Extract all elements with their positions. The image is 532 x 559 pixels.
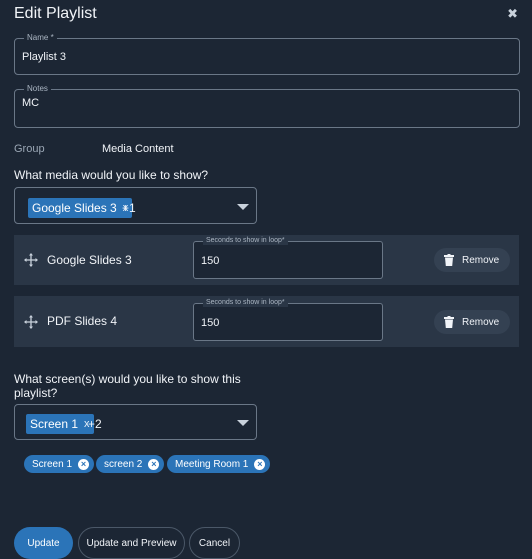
close-icon[interactable]: ✖ — [507, 6, 518, 22]
chevron-down-icon[interactable] — [237, 204, 249, 210]
media-select[interactable]: Google Slides 3 x +1 — [14, 187, 257, 224]
media-question: What media would you like to show? — [14, 168, 209, 182]
media-chip-label: Google Slides 3 — [32, 201, 117, 215]
remove-button-label: Remove — [462, 316, 500, 328]
screens-question: What screen(s) would you like to show th… — [14, 372, 241, 400]
media-item: Google Slides 3 Seconds to show in loop*… — [14, 235, 519, 285]
tag-remove-icon[interactable]: × — [78, 458, 90, 470]
media-select-more: +1 — [122, 201, 136, 215]
group-label: Group — [14, 143, 45, 155]
tag-remove-icon[interactable]: × — [254, 458, 266, 470]
group-value: Media Content — [102, 143, 174, 155]
screen-tag: screen 2 × — [96, 455, 165, 473]
trash-icon — [444, 254, 454, 266]
tag-remove-icon[interactable]: × — [148, 458, 160, 470]
seconds-field-value[interactable]: 150 — [201, 255, 219, 267]
media-item: PDF Slides 4 Seconds to show in loop* 15… — [14, 296, 519, 347]
update-and-preview-button[interactable]: Update and Preview — [78, 527, 185, 559]
drag-handle-icon[interactable] — [24, 253, 38, 267]
screen-tag-label: Meeting Room 1 — [175, 458, 249, 470]
trash-icon — [444, 316, 454, 328]
name-field-label: Name * — [24, 33, 57, 43]
media-item-name: PDF Slides 4 — [47, 314, 118, 328]
update-button[interactable]: Update — [14, 527, 73, 559]
remove-button[interactable]: Remove — [434, 310, 510, 334]
drag-handle-icon[interactable] — [24, 315, 38, 329]
notes-field[interactable]: Notes MC — [14, 84, 520, 128]
seconds-field-value[interactable]: 150 — [201, 317, 219, 329]
media-select-chip[interactable]: Google Slides 3 x — [28, 198, 133, 218]
notes-field-label: Notes — [24, 84, 51, 94]
seconds-field-label: Seconds to show in loop* — [203, 236, 288, 245]
screens-chip-label: Screen 1 — [30, 417, 79, 431]
screen-tag-label: screen 2 — [104, 458, 143, 470]
screens-select-more: +2 — [88, 417, 102, 431]
seconds-field[interactable]: Seconds to show in loop* 150 — [193, 236, 383, 279]
name-field-value[interactable]: Playlist 3 — [22, 51, 66, 63]
screen-tag: Meeting Room 1 × — [167, 455, 271, 473]
seconds-field[interactable]: Seconds to show in loop* 150 — [193, 298, 383, 341]
dialog-title: Edit Playlist — [14, 5, 97, 22]
remove-button[interactable]: Remove — [434, 248, 510, 272]
screens-select-chip[interactable]: Screen 1 x — [26, 414, 94, 434]
screen-tag-label: Screen 1 — [32, 458, 73, 470]
name-field[interactable]: Name * Playlist 3 — [14, 33, 520, 75]
chevron-down-icon[interactable] — [237, 420, 249, 426]
notes-field-value[interactable]: MC — [22, 97, 39, 109]
remove-button-label: Remove — [462, 254, 500, 266]
screen-tag: Screen 1 × — [24, 455, 95, 473]
seconds-field-label: Seconds to show in loop* — [203, 298, 288, 307]
screens-select[interactable]: Screen 1 x +2 — [14, 404, 257, 440]
cancel-button[interactable]: Cancel — [189, 527, 240, 559]
media-item-name: Google Slides 3 — [47, 253, 132, 267]
